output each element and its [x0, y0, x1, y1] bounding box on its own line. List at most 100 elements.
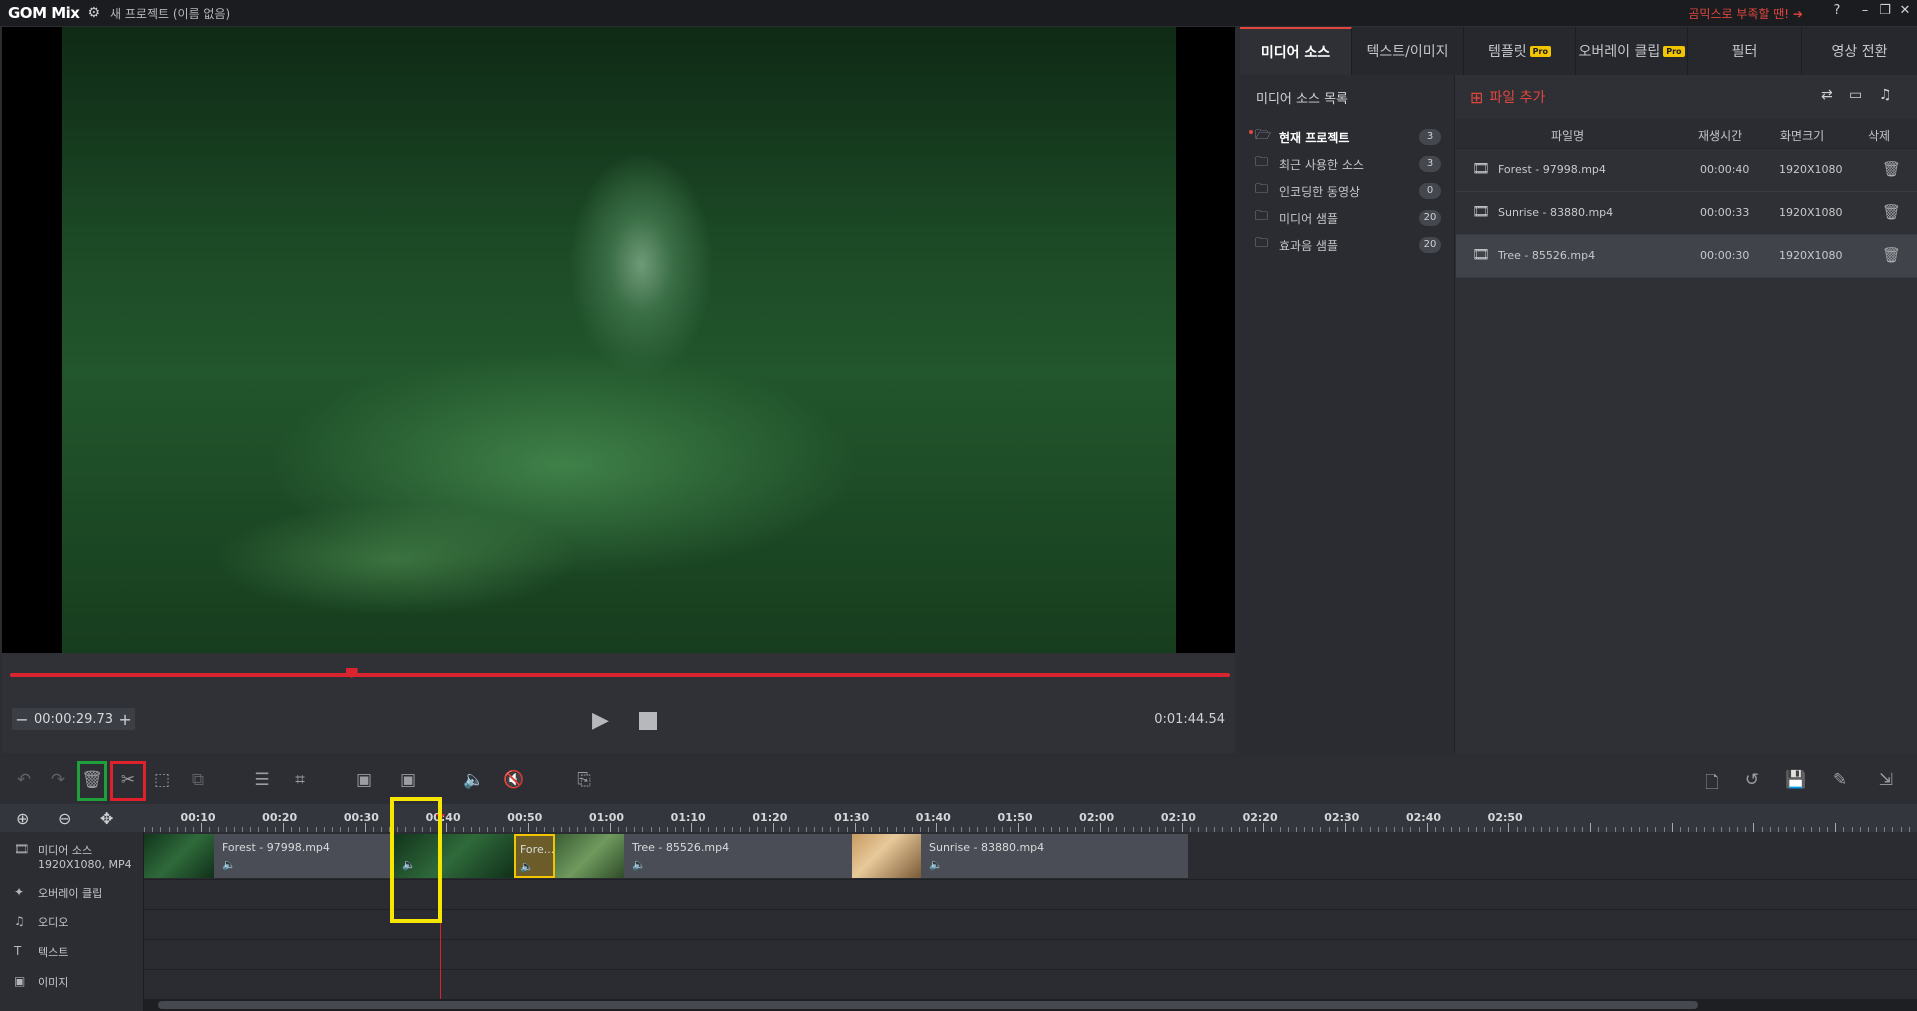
trash-icon[interactable]: 🗑	[1882, 160, 1901, 178]
track-headers: ⊕ ⊖ ✥ 🎞 미디어 소스 1920X1080, MP4 ✦ 오버레이 클립 …	[0, 804, 144, 1011]
tab-filter[interactable]: 필터	[1688, 27, 1802, 75]
ruler-tick	[201, 823, 203, 832]
mute-icon[interactable]: 🔇	[502, 770, 526, 790]
save-project-icon[interactable]: 💾	[1784, 770, 1808, 790]
file-row[interactable]: 🎞 Sunrise - 83880.mp4 00:00:33 1920X1080…	[1456, 192, 1917, 235]
ruler-tick-label: 02:40	[1405, 811, 1442, 824]
tab-transition[interactable]: 영상 전환	[1802, 27, 1917, 75]
col-resolution[interactable]: 화면크기	[1780, 127, 1824, 144]
source-list: 미디어 소스 목록 🗁 현재 프로젝트 3 🗀 최근 사용한 소스 3 🗀 인코…	[1240, 75, 1455, 754]
volume-icon[interactable]: 🔈	[929, 858, 943, 871]
tab-label: 필터	[1731, 44, 1758, 60]
time-step-back-button[interactable]: −	[12, 710, 32, 729]
file-duration: 00:00:40	[1700, 163, 1750, 176]
ruler-tick	[1181, 823, 1183, 832]
clip-forest[interactable]: Forest - 97998.mp4 🔈	[144, 834, 394, 878]
file-resolution: 1920X1080	[1779, 163, 1843, 176]
source-media-samples[interactable]: 🗀 미디어 샘플 20	[1255, 208, 1445, 228]
volume-icon[interactable]: 🔈	[462, 770, 486, 790]
ruler-tick	[1099, 823, 1101, 832]
text-lane[interactable]	[144, 940, 1917, 970]
ruler-tick	[446, 823, 448, 832]
restore-button[interactable]: ❐	[1875, 3, 1895, 18]
pro-badge: Pro	[1663, 45, 1685, 57]
col-duration[interactable]: 재생시간	[1698, 127, 1742, 144]
tab-label: 영상 전환	[1831, 44, 1888, 60]
source-list-title: 미디어 소스 목록	[1256, 92, 1348, 107]
image-lane[interactable]	[144, 970, 1917, 1000]
view-mode-icon[interactable]: ▭	[1849, 87, 1862, 103]
col-name[interactable]: 파일명	[1551, 127, 1584, 144]
save-as-icon[interactable]: ✎	[1828, 770, 1852, 790]
tab-template[interactable]: 템플릿 Pro	[1464, 27, 1576, 75]
fit-timeline-icon[interactable]: ✥	[100, 809, 113, 828]
volume-icon[interactable]: 🔈	[222, 858, 236, 871]
title-bar: GOM Mix ⚙ 새 프로젝트 (이름 없음) 곰믹스로 부족할 땐! ➔ ?…	[0, 0, 1917, 26]
adjust-icon[interactable]: ☰	[250, 770, 274, 790]
ruler-tick	[854, 823, 856, 832]
redo-icon[interactable]: ↷	[46, 770, 70, 790]
export-icon[interactable]: ⇲	[1874, 770, 1898, 790]
close-button[interactable]: ✕	[1895, 3, 1915, 18]
timeline-scrollbar[interactable]	[144, 999, 1917, 1011]
source-label: 인코딩한 동영상	[1279, 184, 1361, 199]
add-file-button[interactable]: ⊞ 파일 추가	[1470, 87, 1545, 107]
undo-icon[interactable]: ↶	[12, 770, 36, 790]
playback-controls: − 00:00:29.73 + ▶ 0:01:44.54	[2, 653, 1235, 753]
open-project-icon[interactable]: ↺	[1740, 770, 1764, 790]
source-sound-samples[interactable]: 🗀 효과음 샘플 20	[1255, 235, 1445, 255]
app-window: GOM Mix ⚙ 새 프로젝트 (이름 없음) 곰믹스로 부족할 땐! ➔ ?…	[0, 0, 1917, 1011]
insert-image-left-icon[interactable]: ▣	[352, 770, 376, 790]
crop-icon[interactable]: ⌗	[288, 770, 312, 790]
time-step-forward-button[interactable]: +	[115, 710, 135, 729]
help-button[interactable]: ?	[1827, 3, 1847, 18]
clip-sunrise[interactable]: Sunrise - 83880.mp4 🔈	[852, 834, 1188, 878]
new-project-icon[interactable]: 🗋	[1700, 770, 1724, 799]
promo-link[interactable]: 곰믹스로 부족할 땐! ➔	[1688, 5, 1803, 22]
ruler-tick-label: 00:50	[507, 811, 543, 824]
play-icon[interactable]: ▶	[592, 708, 609, 733]
total-time: 0:01:44.54	[1154, 712, 1225, 727]
source-recent[interactable]: 🗀 최근 사용한 소스 3	[1255, 154, 1445, 174]
zoom-out-icon[interactable]: ⊖	[58, 809, 71, 828]
ruler-tick-label: 02:20	[1242, 811, 1278, 824]
select-area-icon[interactable]: ⬚	[150, 770, 174, 790]
tab-media-source[interactable]: 미디어 소스	[1240, 27, 1352, 75]
ruler-tick-label: 01:50	[997, 811, 1033, 824]
source-encoded[interactable]: 🗀 인코딩한 동영상 0	[1255, 181, 1445, 201]
volume-icon[interactable]: 🔈	[520, 860, 534, 873]
file-row[interactable]: 🎞 Forest - 97998.mp4 00:00:40 1920X1080 …	[1456, 149, 1917, 192]
settings-gear-icon[interactable]: ⚙	[87, 5, 100, 21]
media-panel: 미디어 소스 텍스트/이미지 템플릿 Pro 오버레이 클립 Pro 필터 영상 전…	[1240, 27, 1917, 754]
zoom-in-icon[interactable]: ⊕	[16, 809, 29, 828]
add-file-label: 파일 추가	[1489, 90, 1546, 106]
timeline-toolbar: ↶ ↷ 🗑 ✂ ⬚ ⧉ ☰ ⌗ ▣ ▣ 🔈 🔇 ⎘ 🗋 ↺ 💾 ✎ ⇲	[0, 758, 1917, 804]
pro-badge: Pro	[1529, 45, 1551, 57]
ruler-tick	[691, 823, 693, 832]
snapshot-icon[interactable]: ⎘	[572, 770, 596, 790]
minimize-button[interactable]: –	[1855, 3, 1875, 18]
file-row-selected[interactable]: 🎞 Tree - 85526.mp4 00:00:30 1920X1080 🗑	[1456, 235, 1917, 278]
clip-name: Tree - 85526.mp4	[632, 841, 730, 854]
film-icon: 🎞	[14, 842, 30, 856]
film-icon: 🎞	[1472, 161, 1490, 177]
active-dot	[1249, 130, 1253, 134]
clip-copy-icon[interactable]: ⧉	[186, 770, 210, 790]
volume-icon[interactable]: 🔈	[632, 858, 646, 871]
insert-image-right-icon[interactable]: ▣	[396, 770, 420, 790]
stop-icon[interactable]	[639, 712, 657, 730]
seek-bar[interactable]	[10, 673, 1230, 677]
timeline-scrollbar-thumb[interactable]	[158, 1001, 1698, 1009]
ruler-tick	[1426, 823, 1428, 832]
tab-text-image[interactable]: 텍스트/이미지	[1352, 27, 1464, 75]
sort-icon[interactable]: ⇄	[1821, 87, 1833, 103]
clip-forest-selected[interactable]: Fore... 🔈	[514, 834, 555, 878]
source-current-project[interactable]: 🗁 현재 프로젝트 3	[1249, 127, 1445, 147]
track-label: 오디오	[38, 916, 69, 929]
trash-icon[interactable]: 🗑	[1882, 203, 1901, 221]
ruler-tick	[527, 823, 529, 832]
trash-icon[interactable]: 🗑	[1882, 246, 1901, 264]
tab-overlay-clip[interactable]: 오버레이 클립 Pro	[1576, 27, 1688, 75]
source-label: 미디어 샘플	[1279, 211, 1339, 226]
audio-filter-icon[interactable]: ♫	[1879, 87, 1892, 103]
